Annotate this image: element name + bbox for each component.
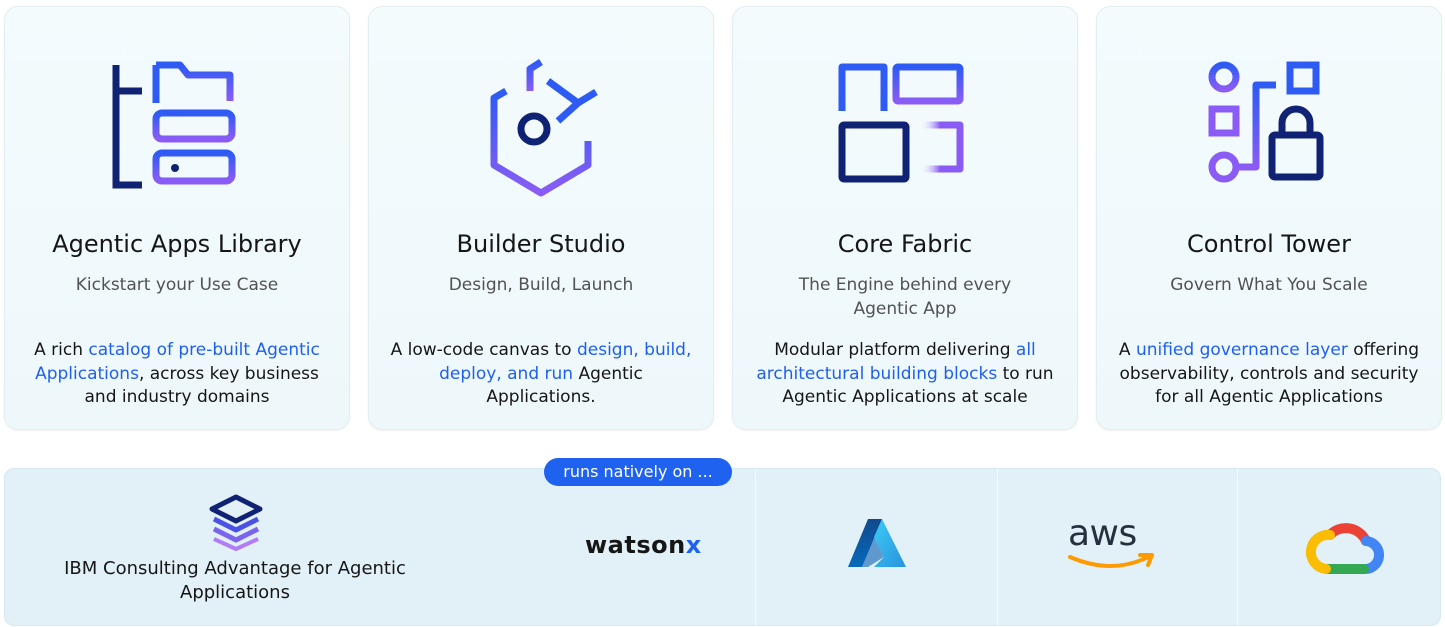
card-title: Control Tower (1187, 230, 1351, 258)
card-title: Core Fabric (837, 230, 973, 258)
layers-stack-icon (208, 493, 264, 551)
azure-tile[interactable] (755, 469, 997, 627)
card-control-tower[interactable]: Control Tower Govern What You Scale A un… (1096, 6, 1442, 430)
card-title: Agentic Apps Library (52, 230, 302, 258)
card-subtitle: Kickstart your Use Case (75, 275, 279, 295)
watsonx-logo[interactable]: watsonx (585, 531, 702, 559)
desc-text: A rich (34, 340, 89, 360)
desc-link[interactable]: unified governance layer (1136, 340, 1348, 360)
card-description: A low-code canvas to design, build, depl… (389, 339, 693, 410)
card-description: Modular platform delivering all architec… (753, 339, 1057, 410)
card-agentic-apps-library[interactable]: Agentic Apps Library Kickstart your Use … (4, 6, 350, 430)
brand-name: IBM Consulting Advantage for Agentic App… (64, 558, 406, 603)
card-subtitle: The Engine behind every Agentic App (798, 275, 1012, 319)
card-subtitle: Govern What You Scale (1170, 275, 1368, 295)
aws-tile[interactable]: aws (997, 469, 1237, 627)
builder-studio-icon (466, 51, 616, 201)
desc-text: Modular platform delivering (774, 340, 1016, 360)
card-core-fabric[interactable]: Core Fabric The Engine behind every Agen… (732, 6, 1078, 430)
platform-band: IBM Consulting Advantage for Agentic App… (4, 458, 1442, 627)
desc-text: A (1118, 340, 1136, 360)
apps-library-icon (102, 51, 252, 201)
google-cloud-logo-icon (1305, 523, 1384, 575)
control-tower-icon (1194, 51, 1344, 201)
watsonx-logo-text: watson (585, 531, 686, 559)
core-fabric-icon (830, 51, 980, 201)
aws-smile-icon (1068, 553, 1154, 568)
feature-cards: Agentic Apps Library Kickstart your Use … (4, 6, 1442, 430)
card-builder-studio[interactable]: Builder Studio Design, Build, Launch A l… (368, 6, 714, 430)
card-description: A rich catalog of pre-built Agentic Appl… (25, 339, 329, 410)
ibm-brand: IBM Consulting Advantage for Agentic App… (5, 469, 465, 627)
google-cloud-tile[interactable] (1237, 469, 1442, 627)
watsonx-logo-x: x (685, 531, 702, 559)
runs-natively-badge: runs natively on ... (544, 458, 732, 486)
card-title: Builder Studio (456, 230, 626, 258)
aws-logo-text: aws (1068, 513, 1137, 554)
desc-text: A low-code canvas to (390, 340, 577, 360)
card-subtitle: Design, Build, Launch (448, 275, 634, 295)
azure-logo-icon (848, 519, 906, 567)
card-description: A unified governance layer offering obse… (1117, 339, 1421, 410)
